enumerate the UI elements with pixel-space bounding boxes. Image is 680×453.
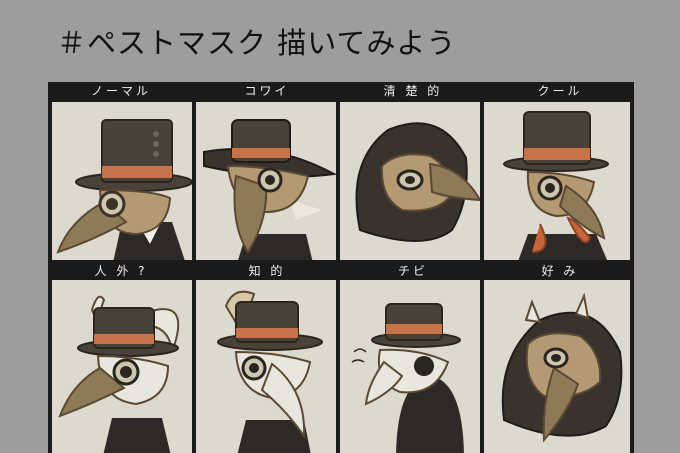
- panel-label-chibi: チビ: [397, 264, 428, 278]
- plague-doctor-chibi-icon: [351, 303, 464, 453]
- panel-label-inhuman: 人 外 ?: [94, 264, 148, 278]
- plague-doctor-tophat-icon: [56, 119, 192, 260]
- panel-label-intellectual: 知 的: [248, 264, 286, 278]
- panel-label-scary: コワイ: [244, 84, 290, 98]
- plague-doctor-horned-hood-icon: [501, 292, 623, 443]
- panel-chibi: [340, 280, 480, 453]
- panel-label-preference: 好 み: [541, 264, 579, 278]
- panel-scary: [196, 102, 336, 260]
- panel-preference: [484, 280, 630, 453]
- plague-doctor-wide-brim-icon: [203, 119, 336, 260]
- panel-label-neat: 清 楚 的: [383, 84, 443, 98]
- panel-normal: [52, 102, 192, 260]
- panel-intellectual: [196, 280, 336, 453]
- panel-label-normal: ノーマル: [90, 84, 151, 98]
- plague-doctor-feather-icon: [217, 290, 323, 453]
- plague-doctor-horned-icon: [58, 295, 180, 453]
- page-title: ＃ペストマスク 描いてみよう: [57, 26, 457, 60]
- illustration-sheet: ノーマル コワイ 清 楚 的 クール 人 外 ? 知 的 チビ 好 み: [48, 82, 634, 453]
- panel-label-cool: クール: [537, 84, 583, 98]
- panel-cool: [484, 102, 630, 260]
- panel-inhuman: [52, 280, 192, 453]
- plague-doctor-scarf-icon: [503, 111, 609, 260]
- plague-doctor-hood-icon: [355, 122, 480, 242]
- page: ＃ペストマスク 描いてみよう ノーマル コワイ 清 楚 的 クール 人 外 ? …: [0, 0, 680, 453]
- panel-neat: [340, 102, 480, 260]
